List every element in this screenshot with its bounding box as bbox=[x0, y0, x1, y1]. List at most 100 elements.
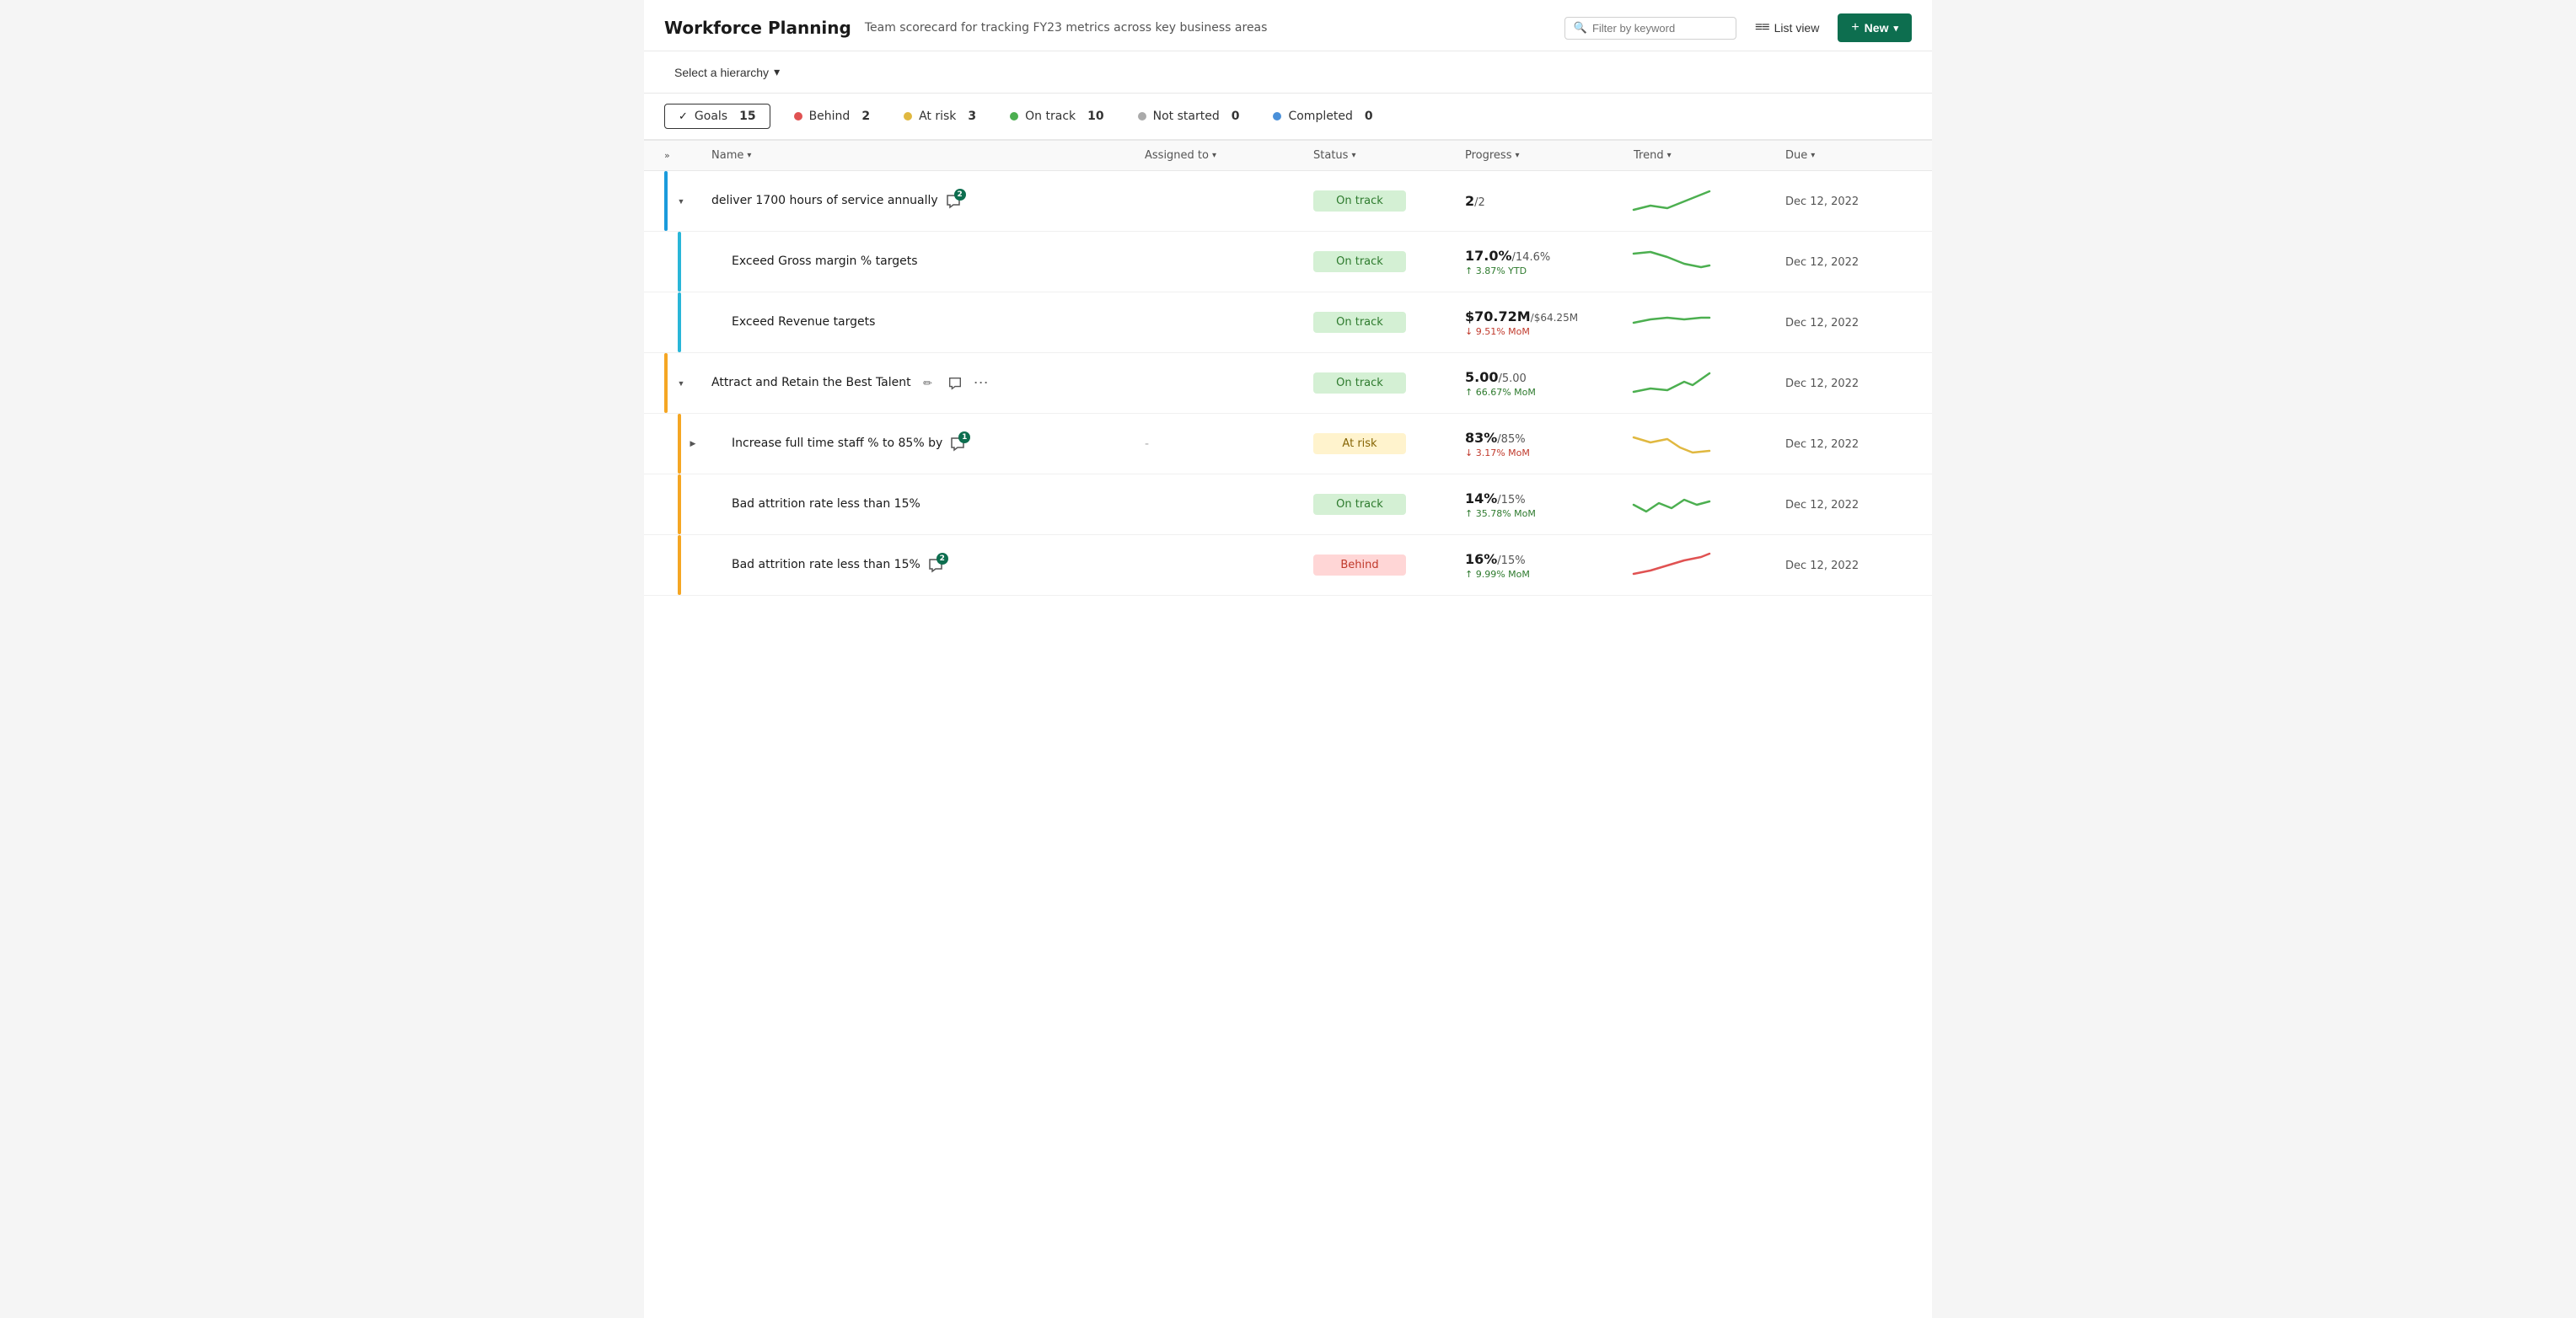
filter-input[interactable] bbox=[1592, 22, 1727, 35]
list-view-button[interactable]: ≡≡ List view bbox=[1747, 15, 1827, 40]
row-due-cell: Dec 12, 2022 bbox=[1785, 195, 1912, 208]
row-status-cell: On track bbox=[1313, 251, 1465, 272]
hierarchy-select-button[interactable]: Select a hierarchy ▾ bbox=[664, 60, 790, 84]
table-row: Exceed Gross margin % targets On track 1… bbox=[644, 232, 1932, 292]
row-bar bbox=[678, 414, 681, 474]
column-header-row: » Name ▾ Assigned to ▾ Status ▾ Progress… bbox=[644, 141, 1932, 171]
row-expand-cell: ▶ bbox=[684, 436, 732, 453]
progress-main: 14%/15% bbox=[1465, 490, 1634, 506]
row-status-cell: On track bbox=[1313, 372, 1465, 394]
list-view-label: List view bbox=[1774, 21, 1820, 35]
row-trend-cell bbox=[1634, 427, 1785, 461]
status-badge: On track bbox=[1313, 372, 1406, 394]
trend-sparkline bbox=[1634, 185, 1709, 218]
row-progress-cell: 14%/15% ↑ 35.78% MoM bbox=[1465, 490, 1634, 519]
progress-sort-icon: ▾ bbox=[1515, 151, 1519, 160]
row-bar bbox=[678, 232, 681, 292]
status-badge: On track bbox=[1313, 190, 1406, 212]
expand-button[interactable]: ▶ bbox=[684, 436, 701, 453]
stat-on-track[interactable]: On track 10 bbox=[1010, 104, 1120, 128]
stat-goals[interactable]: ✓ Goals 15 bbox=[664, 104, 770, 129]
stat-at-risk-label: At risk bbox=[919, 110, 956, 123]
col-header-assigned[interactable]: Assigned to ▾ bbox=[1145, 149, 1313, 162]
status-badge: At risk bbox=[1313, 433, 1406, 454]
app-container: Workforce Planning Team scorecard for tr… bbox=[644, 0, 1932, 1318]
expand-button[interactable]: ▼ bbox=[673, 193, 690, 210]
comment-badge[interactable]: 1 bbox=[949, 436, 966, 453]
due-date: Dec 12, 2022 bbox=[1785, 256, 1859, 269]
row-name-text: Exceed Gross margin % targets bbox=[732, 254, 918, 271]
row-name-text: Bad attrition rate less than 15% bbox=[732, 557, 920, 574]
col-header-status[interactable]: Status ▾ bbox=[1313, 149, 1465, 162]
row-progress-cell: 16%/15% ↑ 9.99% MoM bbox=[1465, 551, 1634, 580]
stat-behind[interactable]: Behind 2 bbox=[794, 104, 888, 128]
stats-bar: ✓ Goals 15 Behind 2 At risk 3 On track 1… bbox=[644, 94, 1932, 141]
row-bar-cyan bbox=[664, 171, 668, 231]
trend-sort-icon: ▾ bbox=[1667, 151, 1672, 160]
col-header-due[interactable]: Due ▾ bbox=[1785, 149, 1912, 162]
new-button[interactable]: + New ▾ bbox=[1838, 13, 1912, 42]
expand-button[interactable]: ▼ bbox=[673, 375, 690, 392]
progress-sub: ↓ 3.17% MoM bbox=[1465, 447, 1634, 458]
stat-not-started-label: Not started bbox=[1153, 110, 1220, 123]
more-button[interactable]: ⋯ bbox=[972, 373, 992, 394]
row-name-text: Bad attrition rate less than 15% bbox=[732, 496, 920, 513]
progress-sub: ↑ 3.87% YTD bbox=[1465, 265, 1634, 276]
comment-button[interactable] bbox=[945, 373, 965, 394]
row-assigned-cell: - bbox=[1145, 437, 1313, 451]
app-subtitle: Team scorecard for tracking FY23 metrics… bbox=[865, 21, 1551, 35]
stat-completed[interactable]: Completed 0 bbox=[1273, 104, 1389, 128]
col-header-progress[interactable]: Progress ▾ bbox=[1465, 149, 1634, 162]
plus-icon: + bbox=[1851, 20, 1859, 35]
col-header-name[interactable]: Name ▾ bbox=[711, 149, 1145, 162]
row-bar-orange bbox=[664, 353, 668, 413]
row-due-cell: Dec 12, 2022 bbox=[1785, 255, 1912, 269]
trend-sparkline bbox=[1634, 549, 1709, 582]
stat-completed-label: Completed bbox=[1288, 110, 1352, 123]
due-date: Dec 12, 2022 bbox=[1785, 560, 1859, 572]
row-due-cell: Dec 12, 2022 bbox=[1785, 559, 1912, 572]
row-trend-cell bbox=[1634, 488, 1785, 522]
edit-button[interactable]: ✏ bbox=[918, 373, 938, 394]
row-status-cell: On track bbox=[1313, 494, 1465, 515]
row-due-cell: Dec 12, 2022 bbox=[1785, 377, 1912, 390]
row-progress-cell: 2/2 bbox=[1465, 193, 1634, 209]
progress-sub: ↑ 9.99% MoM bbox=[1465, 569, 1634, 580]
stat-on-track-label: On track bbox=[1025, 110, 1076, 123]
status-badge: On track bbox=[1313, 494, 1406, 515]
stat-goals-count: 15 bbox=[739, 110, 755, 123]
stat-not-started[interactable]: Not started 0 bbox=[1138, 104, 1257, 128]
due-date: Dec 12, 2022 bbox=[1785, 438, 1859, 451]
trend-sparkline bbox=[1634, 245, 1709, 279]
progress-main: 83%/85% bbox=[1465, 430, 1634, 446]
at-risk-dot bbox=[904, 112, 912, 121]
comment-badge[interactable]: 2 bbox=[927, 557, 944, 574]
assigned-value: - bbox=[1145, 437, 1149, 451]
expand-all-icon[interactable]: » bbox=[664, 150, 670, 161]
stat-at-risk[interactable]: At risk 3 bbox=[904, 104, 993, 128]
row-progress-cell: 17.0%/14.6% ↑ 3.87% YTD bbox=[1465, 248, 1634, 276]
comment-icon bbox=[947, 376, 963, 391]
comment-count: 1 bbox=[958, 431, 970, 443]
header-right: 🔍 ≡≡ List view + New ▾ bbox=[1564, 13, 1912, 42]
toolbar: Select a hierarchy ▾ bbox=[644, 51, 1932, 94]
on-track-dot bbox=[1010, 112, 1018, 121]
table-row: Bad attrition rate less than 15% 2 Behin… bbox=[644, 535, 1932, 596]
row-name-cell: Bad attrition rate less than 15% 2 bbox=[732, 557, 1145, 574]
status-badge: On track bbox=[1313, 312, 1406, 333]
row-name-text: Increase full time staff % to 85% by bbox=[732, 436, 942, 453]
row-name-cell: Exceed Revenue targets bbox=[732, 314, 1145, 331]
col-header-trend[interactable]: Trend ▾ bbox=[1634, 149, 1785, 162]
trend-sparkline bbox=[1634, 488, 1709, 522]
comment-badge[interactable]: 2 bbox=[945, 193, 962, 210]
row-trend-cell bbox=[1634, 367, 1785, 400]
assigned-sort-icon: ▾ bbox=[1212, 151, 1216, 160]
progress-main: 16%/15% bbox=[1465, 551, 1634, 567]
row-trend-cell bbox=[1634, 549, 1785, 582]
stat-behind-label: Behind bbox=[809, 110, 851, 123]
row-status-cell: Behind bbox=[1313, 555, 1465, 576]
progress-sub: ↑ 35.78% MoM bbox=[1465, 508, 1634, 519]
row-trend-cell bbox=[1634, 306, 1785, 340]
row-expand-cell: ▼ bbox=[664, 375, 711, 392]
hierarchy-label: Select a hierarchy bbox=[674, 66, 769, 79]
